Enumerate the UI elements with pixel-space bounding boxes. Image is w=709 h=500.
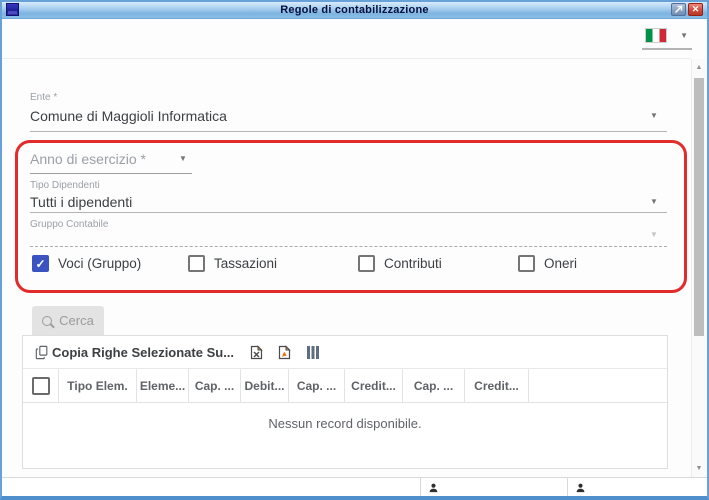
checkbox-contributi[interactable]: Contributi: [358, 255, 442, 272]
anno-underline: [30, 173, 192, 174]
column-header-credit-1[interactable]: Credit...: [345, 369, 403, 402]
checkbox-label: Oneri: [544, 256, 578, 271]
ente-underline: [30, 131, 667, 132]
table-toolbar: Copia Righe Selezionate Su...: [23, 336, 667, 369]
dialog-window: Regole di contabilizzazione ✕ ▼ Ente * C…: [0, 0, 709, 500]
select-all-checkbox[interactable]: [31, 376, 50, 395]
checkbox-voci-gruppo[interactable]: Voci (Gruppo): [32, 255, 141, 272]
empty-table-message: Nessun record disponibile.: [268, 416, 422, 431]
checkbox-tassazioni[interactable]: Tassazioni: [188, 255, 277, 272]
header-divider: [2, 58, 691, 59]
checkbox-label: Voci (Gruppo): [58, 256, 142, 271]
column-header-cap-1[interactable]: Cap. ...: [189, 369, 241, 402]
column-header-debit[interactable]: Debit...: [241, 369, 289, 402]
column-header-eleme[interactable]: Eleme...: [137, 369, 189, 402]
checkbox-label: Contributi: [384, 256, 442, 271]
titlebar: Regole di contabilizzazione ✕: [2, 2, 707, 19]
chevron-down-icon: ▼: [650, 197, 658, 206]
pdf-icon: [278, 344, 291, 359]
chevron-down-icon: ▼: [650, 230, 658, 239]
language-select-underline: [642, 48, 692, 50]
tipo-dipendenti-underline: [30, 212, 667, 213]
excel-export-button[interactable]: [250, 344, 263, 360]
tipo-dipendenti-value: Tutti i dipendenti: [30, 194, 133, 210]
ente-label: Ente *: [30, 92, 58, 103]
checkbox-label: Tassazioni: [214, 256, 278, 271]
ente-value: Comune di Maggioli Informatica: [30, 108, 227, 124]
gruppo-contabile-underline: [30, 246, 667, 247]
scroll-down-icon[interactable]: ▼: [692, 465, 706, 472]
scroll-up-icon[interactable]: ▲: [692, 64, 706, 71]
copy-icon: [35, 345, 48, 359]
column-header-tipo-elem[interactable]: Tipo Elem.: [59, 369, 137, 402]
column-header-cap-3[interactable]: Cap. ...: [403, 369, 465, 402]
column-header-empty: [529, 369, 667, 402]
person-icon: [576, 483, 585, 492]
excel-icon: [250, 344, 263, 359]
copy-selected-rows-button[interactable]: Copia Righe Selezionate Su...: [35, 345, 234, 360]
checkbox-oneri[interactable]: Oneri: [518, 255, 577, 272]
scrollbar-thumb[interactable]: [694, 78, 704, 336]
export-icons: [250, 344, 320, 360]
vertical-scrollbar[interactable]: ▲ ▼: [691, 59, 706, 477]
checkbox-unchecked-icon[interactable]: [188, 255, 205, 272]
anno-placeholder: Anno di esercizio *: [30, 151, 146, 167]
search-button-label: Cerca: [59, 313, 94, 328]
close-icon: ✕: [691, 4, 700, 14]
chevron-down-icon: ▼: [680, 31, 688, 40]
search-icon: [42, 315, 53, 326]
chevron-down-icon: ▼: [650, 111, 658, 120]
chevron-down-icon: ▼: [179, 154, 187, 163]
person-icon: [429, 483, 438, 492]
results-panel: Copia Righe Selezionate Su... Tipo Elem.…: [22, 335, 668, 469]
checkbox-unchecked-icon[interactable]: [358, 255, 375, 272]
restore-icon: [675, 5, 683, 13]
window-controls: ✕: [671, 3, 703, 16]
table-header-row: Tipo Elem. Eleme... Cap. ... Debit... Ca…: [23, 369, 667, 403]
checkbox-checked-icon[interactable]: [32, 255, 49, 272]
column-header-cap-2[interactable]: Cap. ...: [289, 369, 345, 402]
column-chooser-button[interactable]: [306, 345, 320, 360]
tipo-dipendenti-label: Tipo Dipendenti: [30, 180, 100, 191]
columns-icon: [307, 345, 320, 359]
status-cell-empty: [2, 478, 420, 496]
status-cell-user-1: [420, 478, 567, 496]
gruppo-contabile-label: Gruppo Contabile: [30, 219, 109, 230]
copy-button-label: Copia Righe Selezionate Su...: [52, 344, 235, 360]
search-button[interactable]: Cerca: [32, 306, 104, 335]
restore-button[interactable]: [671, 3, 686, 16]
language-select[interactable]: ▼: [642, 25, 692, 50]
column-header-credit-2[interactable]: Credit...: [465, 369, 529, 402]
pdf-export-button[interactable]: [278, 344, 291, 360]
checkbox-unchecked-icon[interactable]: [518, 255, 535, 272]
select-all-cell: [23, 369, 59, 402]
italian-flag-icon: [645, 28, 667, 43]
status-cell-user-2: [567, 478, 707, 496]
close-button[interactable]: ✕: [688, 3, 703, 16]
window-title: Regole di contabilizzazione: [280, 4, 429, 16]
status-bar: [2, 477, 707, 496]
